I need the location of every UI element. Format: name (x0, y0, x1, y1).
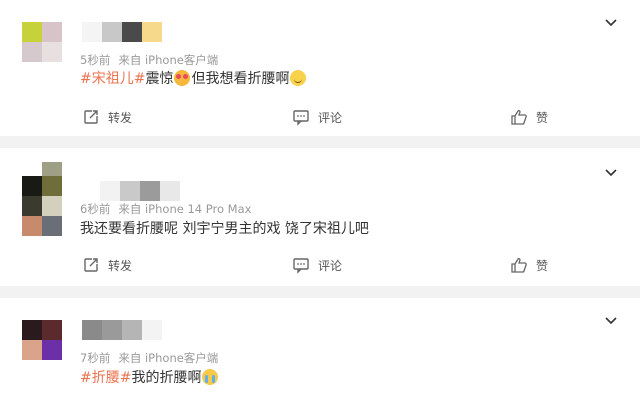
avatar[interactable] (22, 320, 62, 360)
comment-text: 我还要看折腰呢 刘宇宁男主的戏 饶了宋祖儿吧 (80, 221, 369, 237)
comment-icon (293, 258, 309, 274)
username-redacted[interactable] (100, 181, 180, 201)
timestamp: 5秒前 (80, 53, 111, 67)
chevron-down-icon[interactable] (604, 166, 618, 180)
source: 来自 iPhone客户端 (118, 53, 219, 67)
crying-emoji-icon (202, 369, 219, 385)
hashtag-link[interactable]: #折腰# (80, 370, 131, 386)
shocked-emoji-icon (174, 70, 191, 86)
chevron-down-icon[interactable] (604, 16, 618, 30)
username-redacted[interactable] (82, 320, 162, 340)
hashtag-link[interactable]: #宋祖儿# (80, 71, 145, 87)
comment-text: #折腰#我的折腰啊 (80, 369, 219, 387)
thumbs-up-icon (511, 109, 527, 125)
comment-text: #宋祖儿#震惊 但我想看折腰啊 (80, 70, 307, 88)
comment-card-2: 6秒前 来自 iPhone 14 Pro Max 我还要看折腰呢 刘宇宁男主的戏 … (0, 148, 640, 286)
timestamp: 7秒前 (80, 351, 111, 365)
chevron-down-icon[interactable] (604, 314, 618, 328)
smile-emoji-icon (290, 70, 307, 86)
source: 来自 iPhone客户端 (118, 351, 219, 365)
like-button[interactable]: 赞 (510, 108, 548, 126)
repost-button[interactable]: 转发 (82, 108, 132, 126)
repost-icon (84, 110, 98, 124)
comment-icon (293, 110, 309, 126)
thumbs-up-icon (511, 257, 527, 273)
username-redacted[interactable] (82, 22, 162, 42)
comment-meta: 5秒前 来自 iPhone客户端 (80, 52, 218, 68)
comment-meta: 7秒前 来自 iPhone客户端 (80, 350, 218, 366)
comment-card-1: 5秒前 来自 iPhone客户端 #宋祖儿#震惊 但我想看折腰啊 转发 评论 赞 (0, 0, 640, 136)
comment-meta: 6秒前 来自 iPhone 14 Pro Max (80, 201, 251, 217)
timestamp: 6秒前 (80, 202, 111, 216)
avatar[interactable] (22, 22, 62, 62)
repost-button[interactable]: 转发 (82, 256, 132, 274)
comment-card-3: 7秒前 来自 iPhone客户端 #折腰#我的折腰啊 (0, 298, 640, 402)
like-button[interactable]: 赞 (510, 256, 548, 274)
source: 来自 iPhone 14 Pro Max (118, 202, 252, 216)
comment-button[interactable]: 评论 (292, 108, 342, 126)
avatar[interactable] (22, 162, 62, 236)
repost-icon (84, 258, 98, 272)
comment-button[interactable]: 评论 (292, 256, 342, 274)
